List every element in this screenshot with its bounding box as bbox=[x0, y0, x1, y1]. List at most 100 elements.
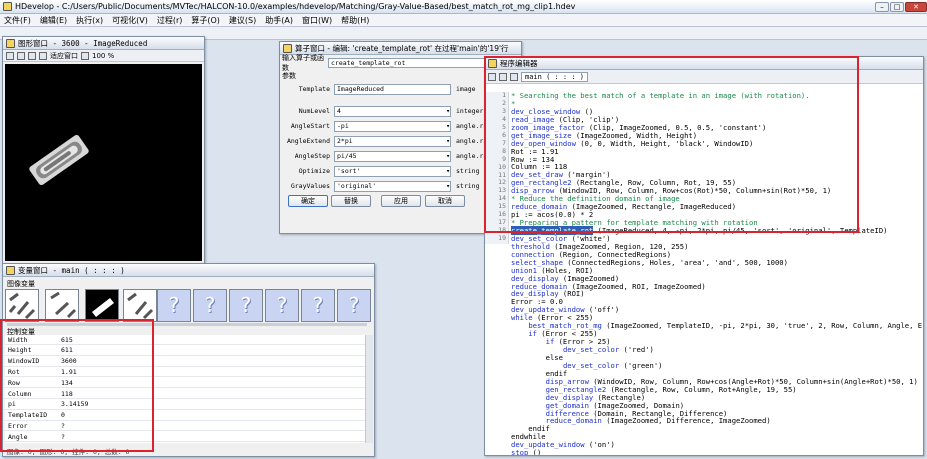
variable-name: Rot bbox=[8, 367, 20, 376]
region-thumb[interactable] bbox=[123, 289, 157, 322]
variable-value: 134 bbox=[61, 378, 73, 387]
variable-value: ? bbox=[61, 432, 65, 441]
code-line[interactable]: stop () bbox=[511, 449, 923, 455]
control-vars-table: Width 615 Height 611 WindowID 3600 Rot 1.91 Row 1… bbox=[5, 335, 367, 443]
vars-scrollbar[interactable] bbox=[365, 335, 373, 443]
undefined-var-icon[interactable]: ? bbox=[301, 289, 335, 322]
param-value-grayvalues[interactable]: 'original' ▾ bbox=[334, 180, 451, 192]
maximize-icon[interactable]: □ bbox=[890, 1, 904, 12]
home-icon[interactable] bbox=[510, 72, 518, 81]
variable-window: 变量窗口 - main ( : : : ) 图像变量 ? ? ? ? ? ? 控… bbox=[2, 263, 375, 457]
code-line[interactable]: endif bbox=[511, 425, 923, 433]
variable-row[interactable]: Row 134 bbox=[5, 378, 365, 389]
variable-row[interactable]: Angle? bbox=[5, 432, 365, 443]
chevron-down-icon[interactable]: ▾ bbox=[446, 167, 450, 175]
variable-value: 118 bbox=[61, 389, 73, 398]
graphics-window-title: 图形窗口 - 3600 - ImageReduced bbox=[3, 37, 204, 50]
operator-window-icon bbox=[283, 43, 292, 53]
app-titlebar: HDevelop - C:/Users/Public/Documents/MVT… bbox=[0, 0, 927, 14]
code-line[interactable]: reduce_domain (ImageZoomed, Difference, … bbox=[511, 417, 923, 425]
variable-row[interactable]: Column 118 bbox=[5, 389, 365, 399]
zoomed-thumb[interactable] bbox=[45, 289, 79, 322]
menu-window[interactable]: 窗口(W) bbox=[302, 15, 332, 26]
code-line[interactable]: dev_update_window ('on') bbox=[511, 441, 923, 449]
code-line[interactable]: Rot := 1.91 bbox=[511, 147, 923, 156]
menu-operators[interactable]: 算子(O) bbox=[191, 15, 220, 26]
undefined-var-icon[interactable]: ? bbox=[193, 289, 227, 322]
undefined-var-icon[interactable]: ? bbox=[157, 289, 191, 322]
menu-help[interactable]: 帮助(H) bbox=[341, 15, 369, 26]
undefined-var-icon[interactable]: ? bbox=[265, 289, 299, 322]
chevron-down-icon[interactable]: ▾ bbox=[446, 122, 450, 130]
pointer-icon[interactable] bbox=[6, 51, 14, 60]
menu-suggestions[interactable]: 建议(S) bbox=[229, 15, 256, 26]
param-value-optimize[interactable]: 'sort' ▾ bbox=[334, 165, 451, 177]
close-icon[interactable]: ✕ bbox=[905, 1, 927, 12]
iconic-vars-strip: ? ? ? ? ? ? bbox=[5, 289, 373, 324]
variable-row[interactable]: Rot 1.91 bbox=[5, 367, 365, 378]
forward-icon[interactable] bbox=[499, 72, 507, 81]
pan-icon[interactable] bbox=[28, 51, 36, 60]
param-value-anglestep[interactable]: pi/45 ▾ bbox=[334, 150, 451, 162]
menu-execute[interactable]: 执行(x) bbox=[76, 15, 103, 26]
reduced-thumb[interactable] bbox=[85, 289, 119, 322]
variable-row[interactable]: pi 3.14159 bbox=[5, 399, 365, 410]
param-value-angleextend[interactable]: 2*pi ▾ bbox=[334, 135, 451, 147]
undefined-var-icon[interactable]: ? bbox=[337, 289, 371, 322]
line-number: 19 bbox=[498, 234, 506, 243]
ok-button[interactable]: 确定 bbox=[288, 195, 328, 207]
chevron-down-icon[interactable]: ▾ bbox=[446, 137, 450, 145]
code-area[interactable]: * Searching the best match of a template… bbox=[509, 92, 923, 455]
param-value-template[interactable]: ImageReduced bbox=[334, 83, 451, 95]
undefined-var-icon[interactable]: ? bbox=[229, 289, 263, 322]
zoom-percent[interactable]: 100 % bbox=[92, 52, 114, 60]
variable-row[interactable]: TemplateID 0 bbox=[5, 410, 365, 421]
status-bar: 图像: 0, 图形: 0, 控件: 0, 总数: 0 bbox=[7, 448, 130, 456]
cancel-button[interactable]: 取消 bbox=[425, 195, 465, 207]
menu-edit[interactable]: 编辑(E) bbox=[40, 15, 67, 26]
code-line[interactable]: dev_display (ROI) bbox=[511, 290, 923, 298]
line-numbers: 1 2 3 4 5 6 7 8 9 10 11 12 13 14 15 16 17 18 19 bbox=[493, 91, 507, 244]
graphics-canvas[interactable] bbox=[5, 64, 202, 261]
variable-name: Width bbox=[8, 335, 28, 344]
code-line[interactable]: Row := 134 bbox=[511, 155, 923, 164]
clip-thumb[interactable] bbox=[5, 289, 39, 322]
param-value-anglestart[interactable]: -pi ▾ bbox=[334, 120, 451, 132]
program-editor: 程序编辑器 main ( : : : ) 1 2 3 4 5 6 7 8 9 10 11 12 13 14… bbox=[484, 56, 924, 456]
code-line[interactable]: dev_open_window (0, 0, Width, Height, 'b… bbox=[511, 139, 923, 148]
menu-file[interactable]: 文件(F) bbox=[4, 15, 31, 26]
chevron-down-icon[interactable]: ▾ bbox=[446, 152, 450, 160]
program-editor-icon bbox=[488, 58, 497, 68]
variable-value: 3600 bbox=[61, 357, 77, 366]
variable-row[interactable]: Error? bbox=[5, 421, 365, 432]
chevron-down-icon[interactable]: ▾ bbox=[446, 182, 450, 190]
menu-visualize[interactable]: 可视化(V) bbox=[112, 15, 148, 26]
variable-row[interactable]: Height 611 bbox=[5, 345, 365, 356]
variable-name: Row bbox=[8, 378, 20, 387]
variable-value: 615 bbox=[61, 335, 73, 344]
minimize-icon[interactable]: – bbox=[875, 1, 889, 12]
menu-assistants[interactable]: 助手(A) bbox=[265, 15, 293, 26]
back-icon[interactable] bbox=[488, 72, 496, 81]
variable-window-title: 变量窗口 - main ( : : : ) bbox=[3, 264, 374, 277]
parameters-label: 参数 bbox=[282, 72, 296, 80]
variable-name: WindowID bbox=[8, 357, 40, 366]
graphics-window-icon bbox=[6, 38, 15, 48]
chevron-down-icon[interactable]: ▾ bbox=[446, 107, 450, 115]
code-line[interactable]: dev_set_color ('red') bbox=[511, 346, 923, 354]
fit-icon[interactable] bbox=[39, 51, 47, 60]
menu-procedures[interactable]: 过程(r) bbox=[157, 15, 183, 26]
zoom-icon[interactable] bbox=[17, 51, 25, 60]
variable-row[interactable]: WindowID 3600 bbox=[5, 356, 365, 367]
splitter[interactable] bbox=[7, 323, 367, 326]
replace-button[interactable]: 替换 bbox=[331, 195, 371, 207]
image-size-icon[interactable] bbox=[81, 51, 89, 60]
variable-row[interactable]: Width 615 bbox=[5, 335, 365, 345]
procedure-select[interactable]: main ( : : : ) bbox=[521, 71, 589, 82]
zoom-select[interactable]: 适应窗口 bbox=[50, 51, 78, 61]
iconic-vars-label: 图像变量 bbox=[7, 280, 35, 288]
apply-button[interactable]: 应用 bbox=[381, 195, 421, 207]
code-line[interactable]: dev_set_color ('green') bbox=[511, 361, 923, 370]
param-value-numlevel[interactable]: 4 ▾ bbox=[334, 105, 451, 117]
code-line[interactable]: * Searching the best match of a template… bbox=[511, 92, 923, 100]
